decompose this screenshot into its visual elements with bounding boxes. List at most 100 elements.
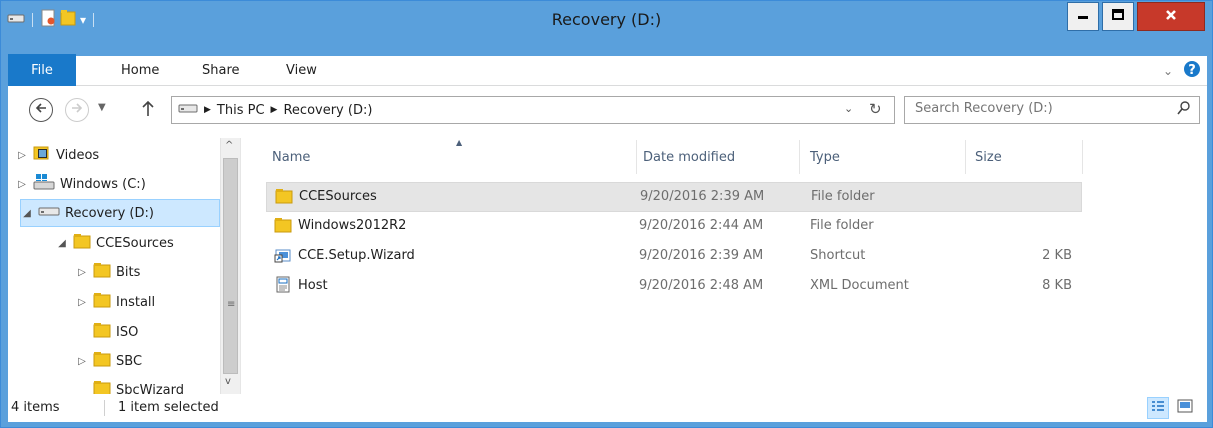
window-title: Recovery (D:) <box>551 10 662 29</box>
address-dropdown-icon[interactable]: ⌄ <box>844 102 853 115</box>
folder-icon <box>93 262 111 282</box>
large-icons-view-icon <box>1177 399 1193 417</box>
tree-item-label: CCESources <box>96 235 174 251</box>
tree-item-videos[interactable]: ▷ Videos <box>16 141 99 169</box>
tab-home[interactable]: Home <box>121 63 159 78</box>
folder-icon <box>275 188 293 208</box>
expand-arrow-icon[interactable]: ▷ <box>76 356 88 367</box>
tree-item-recovery-d[interactable]: ◢ Recovery (D:) <box>20 199 220 227</box>
breadcrumb-arrow-icon[interactable]: ▶ <box>204 105 211 115</box>
tree-item-label: Windows (C:) <box>60 176 146 192</box>
refresh-icon[interactable]: ↻ <box>869 100 882 118</box>
search-input[interactable] <box>915 101 1155 116</box>
tree-item-install[interactable]: ▷ Install <box>76 288 155 316</box>
tree-item-sbc[interactable]: ▷ SBC <box>76 347 142 375</box>
status-divider <box>104 400 105 416</box>
file-type: XML Document <box>810 278 909 293</box>
details-view-button[interactable] <box>1147 397 1169 419</box>
back-arrow-icon <box>34 102 48 118</box>
folder-icon <box>93 322 111 342</box>
folder-icon <box>93 292 111 312</box>
details-view-icon <box>1151 400 1165 416</box>
drive-icon <box>38 204 60 222</box>
tree-item-label: Install <box>116 294 156 310</box>
maximize-button[interactable] <box>1102 2 1134 31</box>
expand-arrow-icon[interactable]: ▷ <box>76 267 88 278</box>
minimize-button[interactable] <box>1067 2 1099 31</box>
folder-icon <box>274 217 292 237</box>
breadcrumb-this-pc[interactable]: This PC <box>217 103 265 118</box>
navigation-bar: ▼ ▶ This PC ▶ Recovery (D:) ⌄ ↻ <box>8 86 1207 138</box>
table-row[interactable]: CCESources 9/20/2016 2:39 AM File folder <box>266 182 1082 212</box>
file-name: CCESources <box>299 189 377 204</box>
close-icon <box>1165 9 1177 25</box>
file-name: Host <box>298 278 328 293</box>
collapse-arrow-icon[interactable]: ◢ <box>21 208 33 219</box>
tab-share[interactable]: Share <box>202 63 240 78</box>
breadcrumb-arrow-icon[interactable]: ▶ <box>271 105 278 115</box>
scroll-down-icon[interactable]: v <box>225 376 231 387</box>
table-row[interactable]: Windows2012R2 9/20/2016 2:44 AM File fol… <box>266 212 1082 242</box>
breadcrumb-recovery[interactable]: Recovery (D:) <box>283 103 372 118</box>
file-size: 2 KB <box>1042 248 1072 263</box>
title-bar[interactable]: ▾ Recovery (D:) <box>1 1 1212 37</box>
file-name: CCE.Setup.Wizard <box>298 248 415 263</box>
ribbon-controls: ⌄ ? <box>1163 60 1201 82</box>
recent-locations-icon[interactable]: ▼ <box>98 102 106 113</box>
tree-item-bits[interactable]: ▷ Bits <box>76 258 140 286</box>
tree-item-label: Recovery (D:) <box>65 205 154 221</box>
file-date: 9/20/2016 2:48 AM <box>639 278 764 293</box>
tree-item-ccesources[interactable]: ◢ CCESources <box>56 229 174 257</box>
expand-ribbon-icon[interactable]: ⌄ <box>1163 64 1173 78</box>
file-list: ▲ Name Date modified Type Size CCESource… <box>256 138 1207 394</box>
tree-item-sbcwizard[interactable]: SbcWizard <box>76 376 184 394</box>
collapse-arrow-icon[interactable]: ◢ <box>56 238 68 249</box>
tree-item-label: Videos <box>56 147 100 163</box>
file-size: 8 KB <box>1042 278 1072 293</box>
file-type: File folder <box>810 218 874 233</box>
expand-arrow-icon[interactable]: ▷ <box>16 150 28 161</box>
file-date: 9/20/2016 2:39 AM <box>639 248 764 263</box>
table-row[interactable]: CCE.Setup.Wizard 9/20/2016 2:39 AM Short… <box>266 242 1082 272</box>
ribbon-tabs: File Home Share View ⌄ ? <box>8 54 1207 86</box>
help-icon[interactable]: ? <box>1183 60 1201 82</box>
svg-text:?: ? <box>1188 63 1196 78</box>
close-button[interactable] <box>1137 2 1205 31</box>
file-type: Shortcut <box>810 248 866 263</box>
tree-item-windows-c[interactable]: ▷ Windows (C:) <box>16 170 146 198</box>
status-bar: 4 items 1 item selected <box>8 394 1207 422</box>
scrollbar-thumb[interactable]: ≡ <box>223 158 238 374</box>
up-arrow-icon[interactable] <box>141 99 155 121</box>
search-box[interactable] <box>904 96 1200 124</box>
column-header-name[interactable]: Name <box>256 140 637 174</box>
forward-button[interactable] <box>65 98 89 122</box>
tab-view[interactable]: View <box>286 63 317 78</box>
xml-document-icon <box>274 276 292 298</box>
folder-icon <box>73 233 91 253</box>
column-header-date-modified[interactable]: Date modified <box>637 140 800 174</box>
main-content: ▷ Videos ▷ Windows (C:) ◢ Recovery (D:) … <box>8 138 1207 394</box>
file-date: 9/20/2016 2:39 AM <box>640 189 765 204</box>
column-header-size[interactable]: Size <box>966 140 1083 174</box>
folder-icon <box>93 380 111 394</box>
expand-arrow-icon[interactable]: ▷ <box>76 297 88 308</box>
grip-icon: ≡ <box>227 299 236 310</box>
scroll-up-icon[interactable]: ^ <box>225 140 233 151</box>
back-button[interactable] <box>29 98 53 122</box>
tree-item-label: Bits <box>116 264 141 280</box>
expand-arrow-icon[interactable]: ▷ <box>16 179 28 190</box>
table-row[interactable]: Host 9/20/2016 2:48 AM XML Document 8 KB <box>266 272 1082 302</box>
tree-item-iso[interactable]: ISO <box>76 318 138 346</box>
file-date: 9/20/2016 2:44 AM <box>639 218 764 233</box>
tree-item-label: SBC <box>116 353 143 369</box>
selection-count: 1 item selected <box>118 400 219 415</box>
column-header-type[interactable]: Type <box>800 140 966 174</box>
file-name: Windows2012R2 <box>298 218 407 233</box>
tree-item-label: SbcWizard <box>116 382 184 395</box>
large-icons-view-button[interactable] <box>1174 397 1196 419</box>
file-type: File folder <box>811 189 875 204</box>
search-icon[interactable] <box>1177 101 1191 119</box>
tab-file[interactable]: File <box>8 54 76 86</box>
tree-scrollbar[interactable]: ^ ≡ v <box>220 138 240 394</box>
address-bar[interactable]: ▶ This PC ▶ Recovery (D:) ⌄ ↻ <box>171 96 895 124</box>
